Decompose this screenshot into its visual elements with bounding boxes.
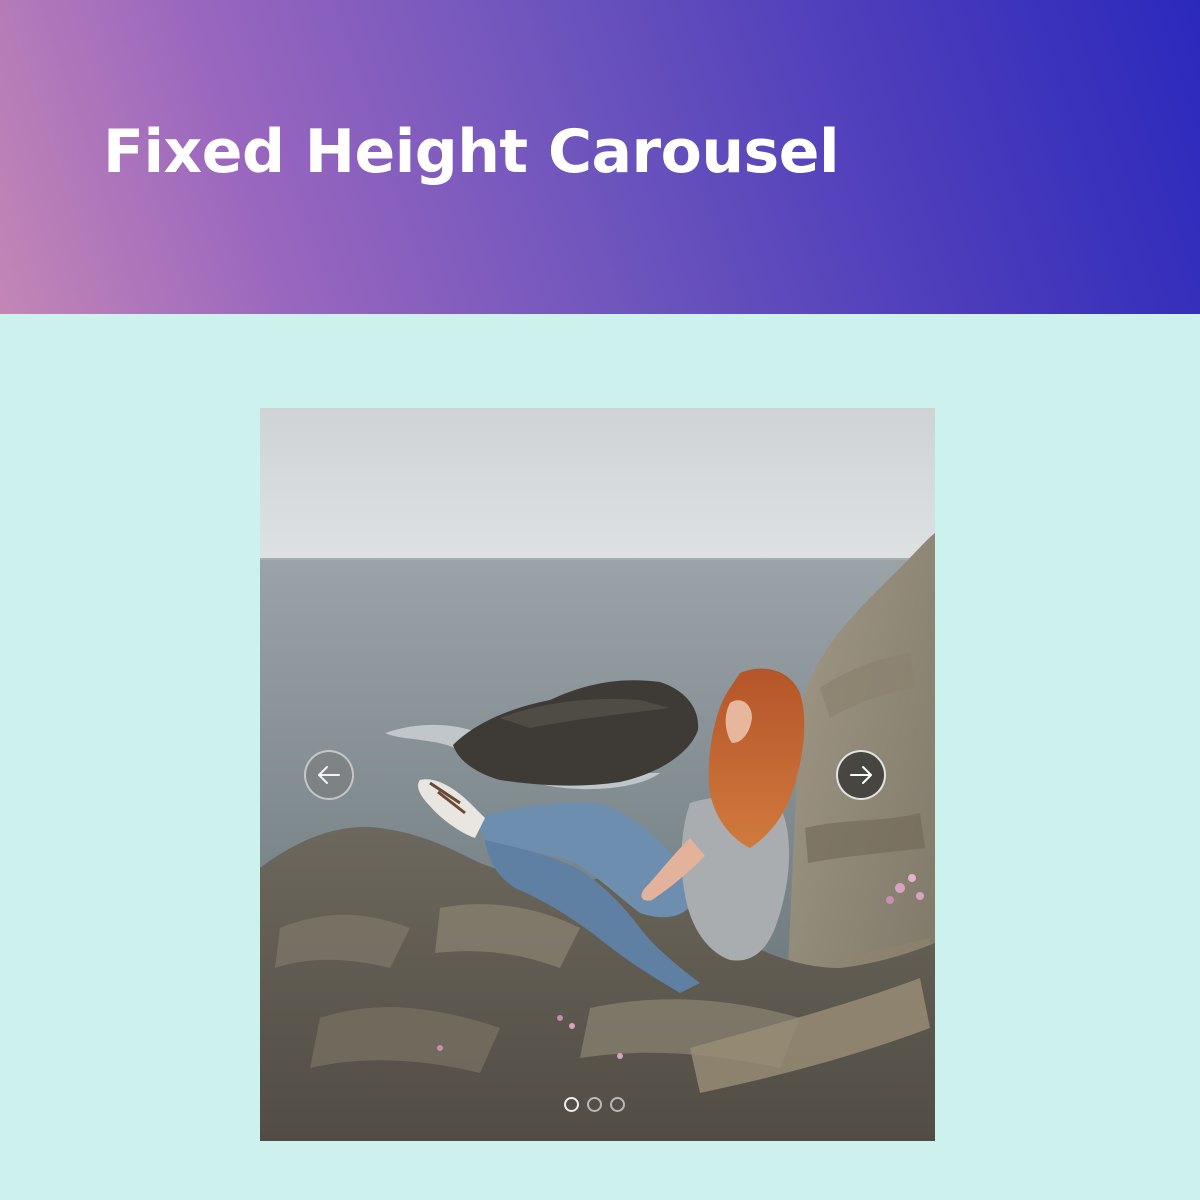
arrow-left-icon	[318, 766, 340, 784]
page-header: Fixed Height Carousel	[0, 0, 1200, 314]
carousel-prev-button[interactable]	[304, 750, 354, 800]
carousel-pagination	[564, 1097, 625, 1113]
carousel-dot-3[interactable]	[610, 1097, 625, 1112]
page-title: Fixed Height Carousel	[103, 117, 840, 187]
image-carousel	[260, 408, 935, 1141]
carousel-slide-image	[260, 408, 935, 1141]
carousel-dot-1[interactable]	[564, 1097, 579, 1112]
carousel-dot-2[interactable]	[587, 1097, 602, 1112]
carousel-next-button[interactable]	[836, 750, 886, 800]
arrow-right-icon	[850, 766, 872, 784]
